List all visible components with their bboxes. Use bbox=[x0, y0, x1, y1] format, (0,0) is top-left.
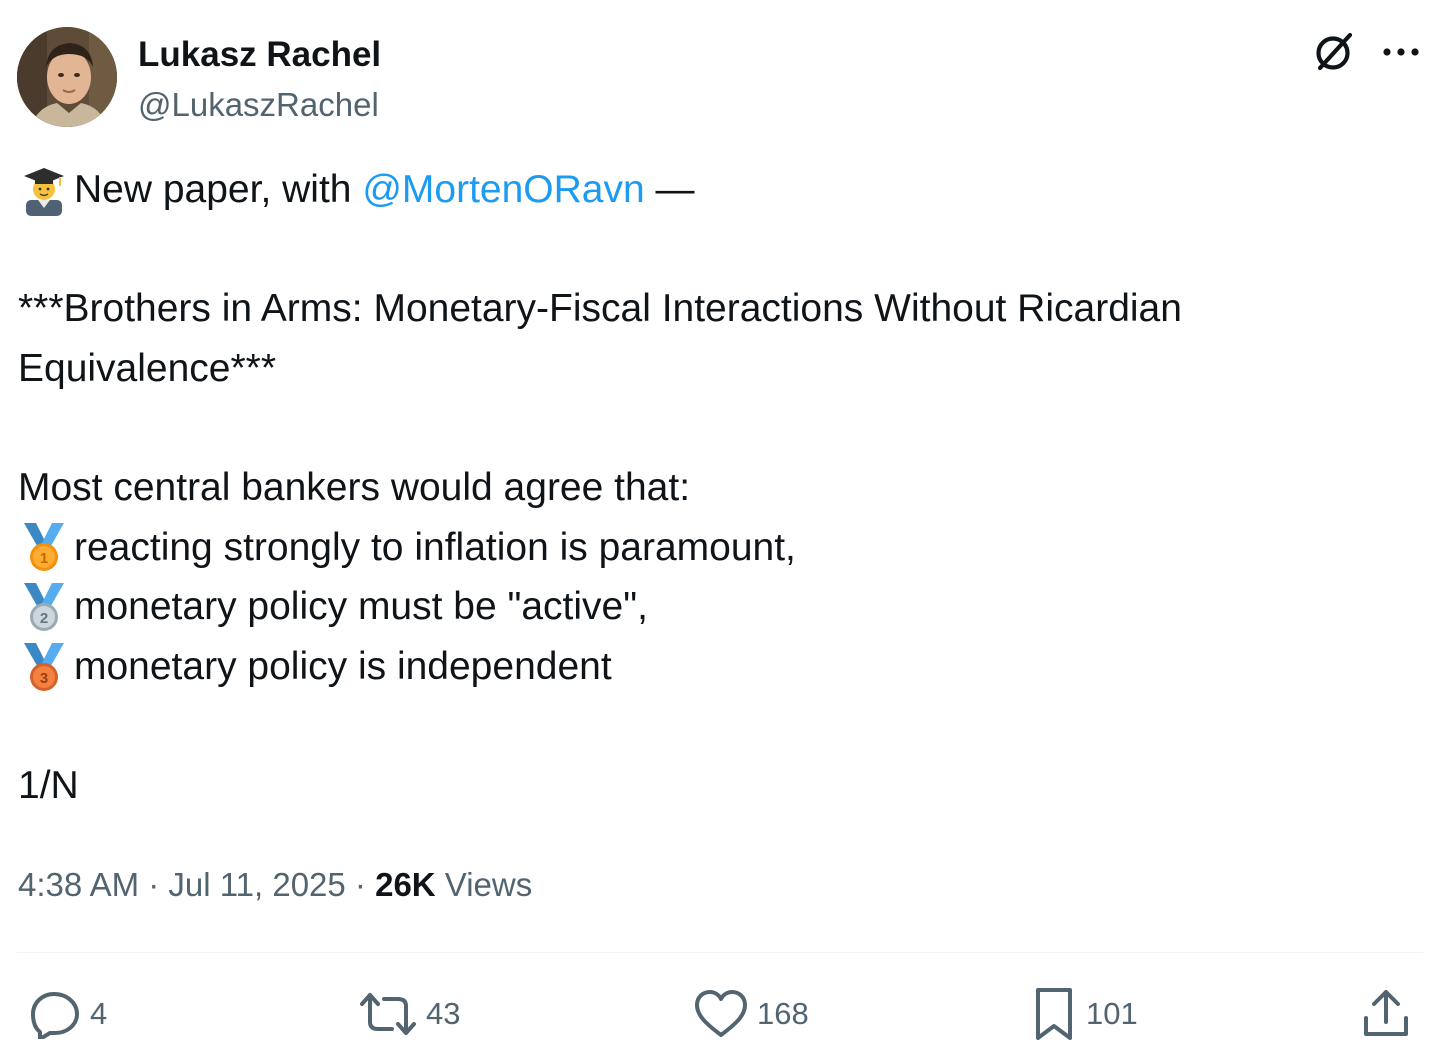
mention-link[interactable]: @MortenORavn bbox=[362, 160, 644, 220]
bookmark-icon bbox=[1036, 988, 1072, 1040]
point-1-text: reacting strongly to inflation is paramo… bbox=[74, 525, 796, 569]
heart-icon bbox=[695, 990, 747, 1037]
tweet-line-thread-marker: 1/N bbox=[18, 763, 79, 807]
share-button[interactable] bbox=[1360, 984, 1412, 1044]
svg-text:1: 1 bbox=[40, 550, 48, 567]
author-display-name[interactable]: Lukasz Rachel bbox=[138, 34, 381, 76]
reply-icon bbox=[31, 992, 79, 1039]
author-handle[interactable]: @LukaszRachel bbox=[138, 84, 379, 126]
divider bbox=[17, 952, 1423, 953]
reply-count: 4 bbox=[90, 996, 108, 1031]
tweet-text: New paper, with @MortenORavn — ***Brothe… bbox=[18, 160, 1418, 816]
svg-text:2: 2 bbox=[40, 610, 48, 627]
tweet-line-point-3: 3 monetary policy is independent bbox=[18, 637, 1418, 697]
point-2-text: monetary policy must be "active", bbox=[74, 585, 648, 629]
tweet-date[interactable]: Jul 11, 2025 bbox=[168, 866, 345, 903]
grok-icon[interactable] bbox=[1310, 30, 1358, 74]
meta-separator: · bbox=[139, 866, 169, 903]
svg-text:3: 3 bbox=[40, 670, 48, 687]
meta-separator: · bbox=[345, 866, 376, 903]
tweet-line-lead: Most central bankers would agree that: bbox=[18, 465, 691, 509]
tweet-line-title-2: Equivalence*** bbox=[18, 346, 277, 390]
repost-button[interactable]: 43 bbox=[358, 984, 460, 1044]
tweet-line-title-1: ***Brothers in Arms: Monetary-Fiscal Int… bbox=[18, 287, 1182, 331]
share-icon bbox=[1364, 990, 1408, 1036]
more-options-icon[interactable] bbox=[1380, 36, 1422, 68]
like-count: 168 bbox=[757, 996, 809, 1031]
avatar-photo bbox=[17, 27, 117, 127]
tweet-line-point-1: 1 reacting strongly to inflation is para… bbox=[18, 518, 1418, 578]
reply-button[interactable]: 4 bbox=[30, 984, 107, 1044]
tweet-intro-text: New paper, with bbox=[74, 168, 363, 211]
graduate-emoji bbox=[18, 164, 70, 216]
first-place-medal-emoji: 1 bbox=[18, 521, 70, 573]
like-button[interactable]: 168 bbox=[693, 984, 809, 1044]
point-3-text: monetary policy is independent bbox=[74, 644, 612, 688]
bookmark-button[interactable]: 101 bbox=[1030, 984, 1138, 1044]
tweet-intro-suffix: — bbox=[644, 168, 695, 211]
tweet-meta: 4:38 AM · Jul 11, 2025 · 26K Views bbox=[18, 862, 532, 908]
repost-count: 43 bbox=[426, 996, 461, 1031]
views-count: 26K bbox=[375, 866, 436, 903]
views-label: Views bbox=[435, 866, 533, 903]
third-place-medal-emoji: 3 bbox=[18, 641, 70, 693]
tweet-time[interactable]: 4:38 AM bbox=[18, 866, 139, 903]
repost-icon bbox=[360, 993, 416, 1035]
second-place-medal-emoji: 2 bbox=[18, 581, 70, 633]
bookmark-count: 101 bbox=[1086, 996, 1138, 1031]
avatar[interactable] bbox=[17, 27, 117, 127]
tweet-line-intro: New paper, with @MortenORavn — bbox=[18, 160, 1418, 220]
tweet-line-point-2: 2 monetary policy must be "active", bbox=[18, 577, 1418, 637]
